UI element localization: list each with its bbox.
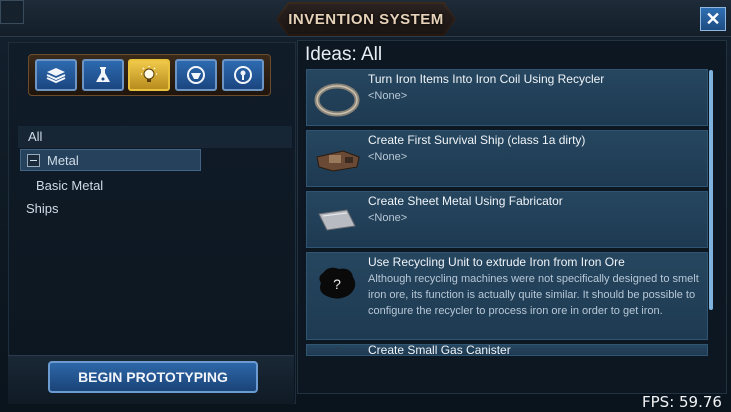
ideas-scrollbar[interactable] (709, 70, 713, 310)
idea-requirement: <None> (368, 212, 408, 224)
tree-item-metal[interactable]: Metal (20, 149, 201, 171)
stack-icon-button[interactable] (35, 59, 78, 91)
idea-title: Turn Iron Items Into Iron Coil Using Rec… (368, 72, 605, 86)
idea-item[interactable]: Create First Survival Ship (class 1a dir… (306, 130, 708, 187)
svg-text:?: ? (333, 276, 341, 292)
tree-item-all[interactable]: All (18, 126, 292, 148)
idea-item[interactable]: Create Sheet Metal Using Fabricator <Non… (306, 191, 708, 248)
flask-icon (95, 67, 110, 82)
category-panel (8, 42, 296, 404)
idea-description: Although recycling machines were not spe… (368, 273, 699, 317)
title-plate: INVENTION SYSTEM (276, 2, 456, 36)
idea-title: Create Sheet Metal Using Fabricator (368, 194, 563, 208)
idea-title: Create First Survival Ship (class 1a dir… (368, 133, 586, 147)
close-button[interactable]: ✕ (700, 7, 726, 31)
fps-counter: FPS: 59.76 (642, 393, 722, 411)
gas-canister-icon (336, 347, 338, 350)
idea-requirement: <None> (368, 151, 408, 163)
survival-ship-icon (316, 150, 360, 172)
frame-corner (0, 0, 24, 24)
iron-coil-icon (314, 83, 360, 117)
lightbulb-icon-button[interactable] (128, 59, 171, 91)
idea-title: Use Recycling Unit to extrude Iron from … (368, 255, 625, 269)
idea-requirement: <None> (368, 90, 408, 102)
ship-icon-button[interactable] (175, 59, 218, 91)
ship-icon (187, 66, 206, 84)
collapse-icon[interactable] (27, 154, 40, 167)
window-title: INVENTION SYSTEM (288, 10, 444, 28)
unknown-idea-icon: ? (319, 267, 356, 299)
ideas-header: Ideas: All (305, 44, 383, 65)
sheet-metal-icon (318, 209, 356, 231)
stack-icon (46, 68, 66, 84)
idea-item[interactable]: ? Use Recycling Unit to extrude Iron fro… (306, 252, 708, 340)
tree-item-ships[interactable]: Ships (18, 198, 292, 220)
keyhole-icon-button[interactable] (221, 59, 264, 91)
lightbulb-icon (141, 66, 158, 82)
keyhole-icon (233, 66, 252, 84)
tree-item-metal-label: Metal (47, 153, 79, 168)
idea-item[interactable]: Create Small Gas Canister (306, 344, 708, 356)
category-toolbar (28, 54, 271, 96)
idea-title: Create Small Gas Canister (368, 344, 511, 356)
tree-item-basic-metal[interactable]: Basic Metal (36, 175, 292, 197)
begin-prototyping-button[interactable]: BEGIN PROTOTYPING (48, 361, 258, 393)
idea-item[interactable]: Turn Iron Items Into Iron Coil Using Rec… (306, 69, 708, 126)
flask-icon-button[interactable] (81, 59, 124, 91)
